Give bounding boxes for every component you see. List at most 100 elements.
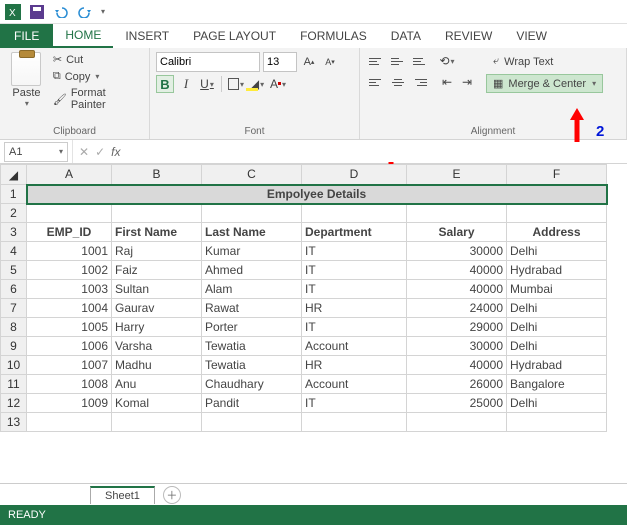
row-header-8[interactable]: 8: [1, 318, 27, 337]
save-icon[interactable]: [28, 3, 46, 21]
cell[interactable]: Delhi: [507, 299, 607, 318]
row-header-11[interactable]: 11: [1, 375, 27, 394]
cell[interactable]: 40000: [407, 356, 507, 375]
align-top-button[interactable]: [366, 52, 386, 70]
cell[interactable]: Delhi: [507, 318, 607, 337]
col-header-D[interactable]: D: [302, 165, 407, 185]
cell[interactable]: 1006: [27, 337, 112, 356]
tab-home[interactable]: HOME: [53, 24, 113, 48]
cell-title[interactable]: Empolyee Details: [27, 185, 607, 204]
cut-button[interactable]: ✂Cut: [51, 52, 143, 67]
cell[interactable]: Sultan: [112, 280, 202, 299]
increase-indent-button[interactable]: ⇥: [458, 73, 476, 91]
cell[interactable]: 30000: [407, 242, 507, 261]
undo-icon[interactable]: [52, 3, 70, 21]
sheet-tab-sheet1[interactable]: Sheet1: [90, 486, 155, 504]
cell-header-address[interactable]: Address: [507, 223, 607, 242]
font-size-select[interactable]: [263, 52, 297, 72]
cell[interactable]: Komal: [112, 394, 202, 413]
cell[interactable]: Rawat: [202, 299, 302, 318]
cell[interactable]: Chaudhary: [202, 375, 302, 394]
cell[interactable]: Varsha: [112, 337, 202, 356]
cell[interactable]: 1009: [27, 394, 112, 413]
bold-button[interactable]: B: [156, 75, 174, 93]
cell[interactable]: Hydrabad: [507, 261, 607, 280]
cell[interactable]: Kumar: [202, 242, 302, 261]
increase-font-icon[interactable]: A▴: [300, 53, 318, 71]
spreadsheet-grid[interactable]: ◢ A B C D E F 1 Empolyee Details 2 3 EMP…: [0, 164, 627, 432]
cell[interactable]: Porter: [202, 318, 302, 337]
cell[interactable]: Pandit: [202, 394, 302, 413]
cell[interactable]: IT: [302, 394, 407, 413]
row-header-10[interactable]: 10: [1, 356, 27, 375]
italic-button[interactable]: I: [177, 75, 195, 93]
col-header-B[interactable]: B: [112, 165, 202, 185]
cell[interactable]: Delhi: [507, 242, 607, 261]
cell[interactable]: Tewatia: [202, 356, 302, 375]
cell[interactable]: HR: [302, 356, 407, 375]
cell[interactable]: 25000: [407, 394, 507, 413]
cell[interactable]: 40000: [407, 280, 507, 299]
cell-header-lastname[interactable]: Last Name: [202, 223, 302, 242]
decrease-indent-button[interactable]: ⇤: [438, 73, 456, 91]
tab-view[interactable]: VIEW: [504, 24, 559, 48]
col-header-A[interactable]: A: [27, 165, 112, 185]
cell[interactable]: Alam: [202, 280, 302, 299]
cell-header-empid[interactable]: EMP_ID: [27, 223, 112, 242]
row-header-9[interactable]: 9: [1, 337, 27, 356]
cell[interactable]: 1001: [27, 242, 112, 261]
tab-data[interactable]: DATA: [379, 24, 433, 48]
row-header-4[interactable]: 4: [1, 242, 27, 261]
wrap-text-button[interactable]: ⤶ Wrap Text: [486, 52, 603, 71]
cell[interactable]: 1004: [27, 299, 112, 318]
col-header-C[interactable]: C: [202, 165, 302, 185]
tab-file[interactable]: FILE: [0, 24, 53, 48]
cell[interactable]: 30000: [407, 337, 507, 356]
cell[interactable]: Ahmed: [202, 261, 302, 280]
redo-icon[interactable]: [76, 3, 94, 21]
cancel-icon[interactable]: ✕: [79, 145, 89, 159]
border-button[interactable]: ▾: [227, 75, 245, 93]
decrease-font-icon[interactable]: A▾: [321, 53, 339, 71]
row-header-2[interactable]: 2: [1, 204, 27, 223]
cell[interactable]: IT: [302, 261, 407, 280]
cell[interactable]: IT: [302, 242, 407, 261]
cell[interactable]: 1003: [27, 280, 112, 299]
cell[interactable]: Gaurav: [112, 299, 202, 318]
cell[interactable]: 26000: [407, 375, 507, 394]
row-header-1[interactable]: 1: [1, 185, 27, 204]
qat-customize-icon[interactable]: ▾: [101, 7, 105, 16]
merge-dropdown-icon[interactable]: ▾: [592, 79, 596, 88]
cell[interactable]: Harry: [112, 318, 202, 337]
col-header-F[interactable]: F: [507, 165, 607, 185]
fx-icon[interactable]: fx: [111, 145, 120, 159]
cell[interactable]: 40000: [407, 261, 507, 280]
row-header-3[interactable]: 3: [1, 223, 27, 242]
align-middle-button[interactable]: [388, 52, 408, 70]
tab-insert[interactable]: INSERT: [113, 24, 181, 48]
cell[interactable]: Mumbai: [507, 280, 607, 299]
select-all-cell[interactable]: ◢: [1, 165, 27, 185]
cell[interactable]: 29000: [407, 318, 507, 337]
cell[interactable]: IT: [302, 280, 407, 299]
enter-icon[interactable]: ✓: [95, 145, 105, 159]
cell[interactable]: Tewatia: [202, 337, 302, 356]
cell[interactable]: Anu: [112, 375, 202, 394]
cell[interactable]: Hydrabad: [507, 356, 607, 375]
row-header-7[interactable]: 7: [1, 299, 27, 318]
cell-header-salary[interactable]: Salary: [407, 223, 507, 242]
row-header-5[interactable]: 5: [1, 261, 27, 280]
align-center-button[interactable]: [388, 73, 408, 91]
merge-center-button[interactable]: ▦ Merge & Center ▾: [486, 74, 603, 93]
align-left-button[interactable]: [366, 73, 386, 91]
cell[interactable]: Bangalore: [507, 375, 607, 394]
tab-review[interactable]: REVIEW: [433, 24, 504, 48]
align-bottom-button[interactable]: [410, 52, 430, 70]
cell[interactable]: 1007: [27, 356, 112, 375]
cell[interactable]: Madhu: [112, 356, 202, 375]
cell[interactable]: Account: [302, 337, 407, 356]
tab-page-layout[interactable]: PAGE LAYOUT: [181, 24, 288, 48]
cell[interactable]: HR: [302, 299, 407, 318]
row-header-6[interactable]: 6: [1, 280, 27, 299]
fill-color-button[interactable]: ◢▾: [248, 75, 266, 93]
